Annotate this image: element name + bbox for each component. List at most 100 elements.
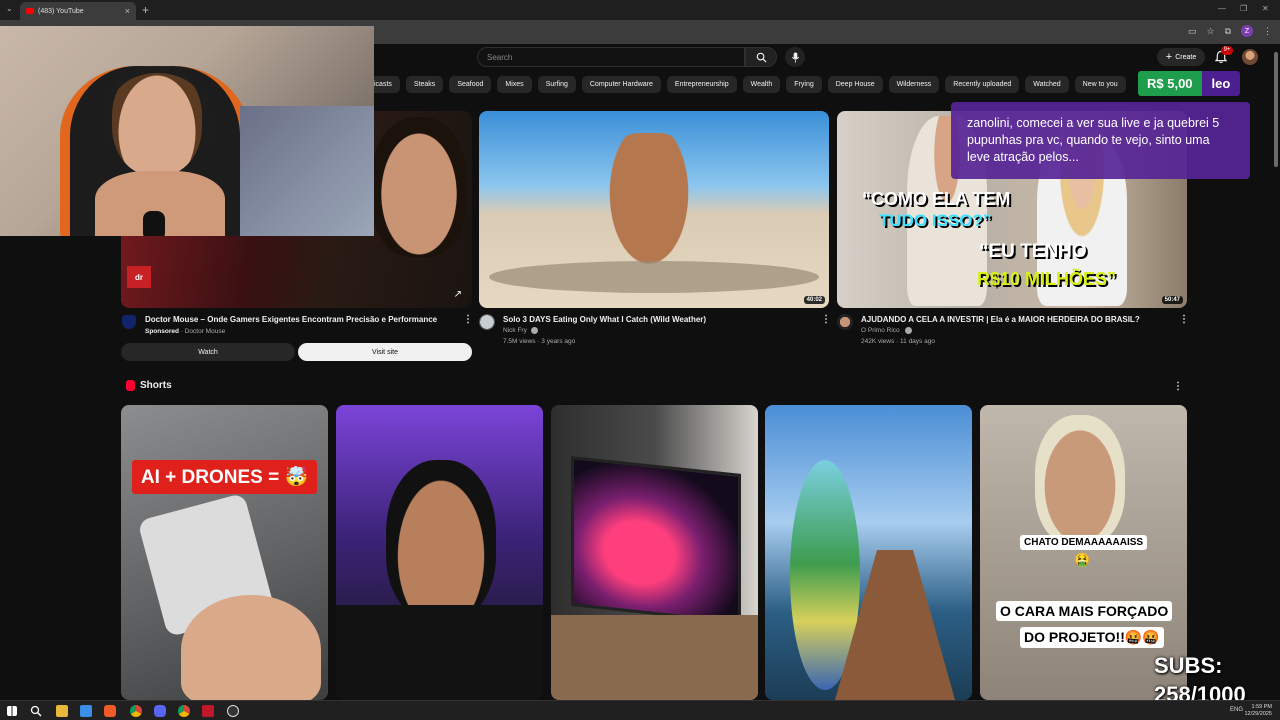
channel-name[interactable]: Nick Fry — [503, 327, 527, 334]
video-menu-icon[interactable]: ⋮ — [821, 314, 831, 325]
donation-message: zanolini, comecei a ver sua live e ja qu… — [951, 102, 1250, 179]
thumb-caption-4: R$10 MILHÕES” — [977, 269, 1117, 289]
chip-surfing[interactable]: Surfing — [537, 76, 576, 93]
video-menu-icon[interactable]: ⋮ — [463, 314, 473, 325]
video-meta: 7.5M views · 3 years ago — [503, 338, 576, 345]
notification-count-badge: 9+ — [1221, 46, 1233, 55]
shorts-title: Shorts — [140, 380, 172, 391]
video-duration: 50:47 — [1161, 296, 1183, 304]
search-icon — [756, 52, 767, 63]
shorts-icon — [126, 380, 135, 391]
create-label: Create — [1175, 53, 1197, 61]
shorts-section-heading: Shorts — [126, 380, 172, 391]
chip-mixes[interactable]: Mixes — [497, 76, 532, 93]
short-caption-1: CHATO DEMAAAAAAISS — [1020, 535, 1148, 550]
thumb-caption-2: TUDO ISSO?” — [879, 211, 992, 230]
video-title[interactable]: Doctor Mouse – Onde Gamers Exigentes Enc… — [145, 315, 437, 324]
minimize-button[interactable]: — — [1218, 4, 1226, 13]
cast-icon[interactable]: ▭ — [1188, 26, 1197, 37]
tab-search-icon[interactable]: ⌄ — [6, 4, 13, 13]
donation-alert: R$ 5,00 leo — [1138, 71, 1241, 96]
bed-image — [240, 106, 374, 236]
obs-icon[interactable] — [227, 705, 239, 717]
chip-computer-hardware[interactable]: Computer Hardware — [581, 76, 661, 93]
short-card[interactable] — [765, 405, 972, 700]
short-caption-4: DO PROJETO!!🤬🤬 — [1020, 627, 1164, 648]
ad-logo: dr — [127, 266, 151, 288]
video-menu-icon[interactable]: ⋮ — [1179, 314, 1189, 325]
donor-name: leo — [1201, 71, 1241, 96]
video-title[interactable]: Solo 3 DAYS Eating Only What I Catch (Wi… — [503, 315, 706, 324]
voice-search-button[interactable] — [785, 47, 805, 67]
chip-wealth[interactable]: Wealth — [742, 76, 781, 93]
video-thumbnail[interactable]: 40:02 — [479, 111, 829, 308]
discord-icon[interactable] — [154, 705, 166, 717]
search-input[interactable]: Search — [477, 47, 745, 67]
chip-wilderness[interactable]: Wilderness — [888, 76, 940, 93]
chip-watched[interactable]: Watched — [1025, 76, 1069, 93]
brave-browser-icon[interactable] — [104, 705, 116, 717]
chip-frying[interactable]: Frying — [786, 76, 822, 93]
chip-podcasts[interactable]: icasts — [370, 76, 400, 93]
doctor-mouse-channel-avatar[interactable] — [122, 315, 136, 329]
shorts-menu-icon[interactable]: ⋮ — [1173, 381, 1183, 392]
extensions-icon[interactable]: ⧉ — [1225, 26, 1231, 37]
video-title[interactable]: AJUDANDO A CELA A INVESTIR | Ela é a MAI… — [861, 315, 1140, 324]
hand-image — [181, 595, 321, 700]
chip-recently-uploaded[interactable]: Recently uploaded — [945, 76, 1020, 93]
short-card[interactable] — [336, 405, 543, 700]
desk-image — [551, 615, 758, 700]
visit-site-button[interactable]: Visit site — [298, 343, 472, 361]
browser-profile-avatar[interactable]: Z — [1241, 25, 1253, 37]
browser-tab-youtube[interactable]: (483) YouTube × — [20, 2, 136, 20]
app-icon[interactable] — [202, 705, 214, 717]
channel-name[interactable]: O Primo Rico — [861, 327, 900, 334]
chip-steaks[interactable]: Steaks — [405, 76, 444, 93]
short-overlay-text: AI + DRONES = 🤯 — [132, 460, 317, 494]
chip-seafood[interactable]: Seafood — [449, 76, 492, 93]
system-clock[interactable]: 1:59 PM 12/29/2025 — [1244, 704, 1272, 718]
create-button[interactable]: + Create — [1157, 48, 1205, 66]
video-meta: 242K views · 11 days ago — [861, 338, 935, 345]
chip-new-to-you[interactable]: New to you — [1074, 76, 1126, 93]
nick-fry-channel-avatar[interactable] — [479, 314, 495, 330]
watch-button[interactable]: Watch — [121, 343, 295, 361]
scrollbar-thumb[interactable] — [1274, 52, 1278, 167]
browser-menu-icon[interactable]: ⋮ — [1263, 26, 1272, 37]
short-card[interactable]: AI + DRONES = 🤯 — [121, 405, 328, 700]
maximize-button[interactable]: ❐ — [1240, 4, 1247, 13]
sponsored-label: Sponsored · Doctor Mouse — [145, 328, 225, 335]
chrome-icon[interactable] — [130, 705, 142, 717]
windows-taskbar: ENG 1:59 PM 12/29/2025 — [0, 700, 1280, 720]
sponsored-text: Sponsored — [145, 328, 179, 335]
video-duration: 40:02 — [803, 296, 825, 304]
verified-icon — [531, 327, 538, 334]
bookmark-star-icon[interactable]: ☆ — [1206, 26, 1214, 37]
file-explorer-icon[interactable] — [56, 705, 68, 717]
tab-close-icon[interactable]: × — [125, 6, 130, 16]
person-face-image — [371, 117, 467, 257]
store-icon[interactable] — [80, 705, 92, 717]
subs-label: SUBS: — [1154, 653, 1223, 678]
channel-name: · Doctor Mouse — [180, 328, 226, 335]
chrome-active-icon[interactable] — [178, 705, 190, 717]
youtube-account-avatar[interactable] — [1242, 49, 1258, 65]
person-image — [1035, 415, 1125, 545]
input-language[interactable]: ENG — [1230, 707, 1243, 713]
windows-start-icon[interactable] — [7, 706, 17, 716]
new-tab-button[interactable]: + — [142, 3, 149, 17]
primo-rico-channel-avatar[interactable] — [837, 314, 853, 330]
streamer-webcam-overlay — [0, 26, 374, 236]
thumb-caption-1: “COMO ELA TEM — [862, 189, 1011, 209]
chip-deep-house[interactable]: Deep House — [827, 76, 883, 93]
thumb-caption-3: “EU TENHO — [979, 241, 1087, 262]
short-card[interactable] — [551, 405, 758, 700]
search-icon[interactable] — [30, 705, 42, 717]
tab-title: (483) YouTube — [38, 7, 84, 15]
chip-entrepreneurship[interactable]: Entrepreneurship — [666, 76, 737, 93]
short-caption-3: O CARA MAIS FORÇADO — [996, 601, 1173, 621]
close-window-button[interactable]: ✕ — [1262, 4, 1269, 13]
search-button[interactable] — [745, 47, 777, 67]
microphone-icon — [791, 51, 799, 63]
shirt-image — [336, 605, 543, 700]
